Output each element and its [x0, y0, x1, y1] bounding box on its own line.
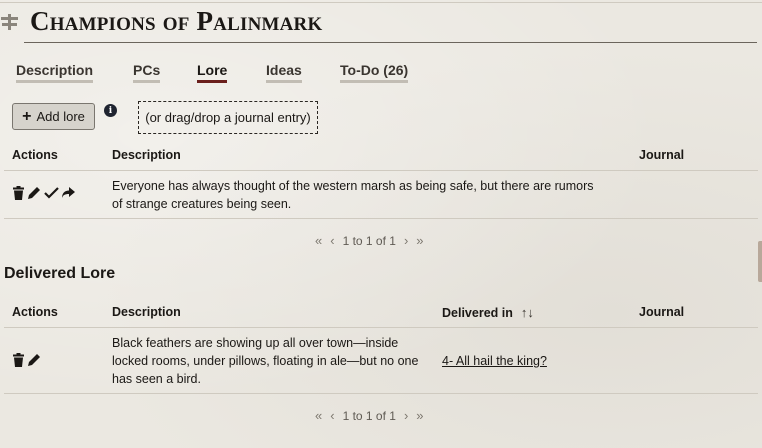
- first-page-button[interactable]: «: [315, 408, 322, 423]
- tab-lore[interactable]: Lore: [197, 62, 228, 83]
- row-actions: [12, 186, 76, 200]
- header-description: Description: [112, 305, 181, 319]
- tab-description[interactable]: Description: [16, 62, 94, 83]
- delivered-in-link[interactable]: 4- All hail the king?: [442, 352, 547, 370]
- header-actions: Actions: [12, 305, 58, 319]
- tab-ideas[interactable]: Ideas: [266, 62, 302, 83]
- pencil-icon[interactable]: [27, 353, 42, 367]
- last-page-button[interactable]: »: [416, 233, 423, 248]
- first-page-button[interactable]: «: [315, 233, 322, 248]
- pencil-icon[interactable]: [27, 186, 42, 200]
- trash-icon[interactable]: [12, 353, 25, 367]
- sort-icon[interactable]: ↑↓: [521, 305, 534, 320]
- row-actions: [12, 353, 42, 367]
- trash-icon[interactable]: [12, 186, 25, 200]
- header-delivered-in[interactable]: Delivered in ↑↓: [442, 305, 534, 320]
- delivered-in-label: Delivered in: [442, 306, 513, 320]
- table-divider: [4, 170, 758, 171]
- top-divider: [0, 2, 762, 3]
- drag-handle-icon[interactable]: [0, 13, 20, 31]
- next-page-button[interactable]: ›: [404, 233, 408, 248]
- title-divider: [24, 42, 757, 43]
- header-description: Description: [112, 148, 181, 162]
- scrollbar-thumb[interactable]: [758, 241, 762, 282]
- prev-page-button[interactable]: ‹: [330, 233, 334, 248]
- tab-todo[interactable]: To-Do (26): [340, 62, 409, 83]
- header-journal: Journal: [639, 148, 685, 162]
- page-title: Champions of Palinmark: [30, 6, 323, 36]
- page-count: 1 to 1 of 1: [342, 233, 396, 248]
- header-actions: Actions: [12, 148, 58, 162]
- table-divider: [4, 327, 758, 328]
- section-title: Delivered Lore: [4, 265, 116, 282]
- lore-pagination: « ‹ 1 to 1 of 1 › »: [315, 233, 424, 248]
- next-page-button[interactable]: ›: [404, 408, 408, 423]
- header-journal: Journal: [639, 305, 685, 319]
- table-divider: [4, 393, 758, 394]
- lore-description: Everyone has always thought of the weste…: [112, 179, 594, 211]
- add-lore-button[interactable]: + Add lore: [12, 103, 95, 130]
- tab-pcs[interactable]: PCs: [133, 62, 161, 83]
- check-icon[interactable]: [44, 186, 59, 200]
- last-page-button[interactable]: »: [416, 408, 423, 423]
- add-lore-label: Add lore: [36, 109, 85, 124]
- delivered-pagination: « ‹ 1 to 1 of 1 › »: [315, 408, 424, 423]
- share-icon[interactable]: [61, 186, 76, 200]
- plus-icon: +: [22, 107, 32, 125]
- table-divider: [4, 218, 758, 219]
- info-icon[interactable]: i: [104, 104, 117, 117]
- page-count: 1 to 1 of 1: [342, 408, 396, 423]
- journal-drop-zone[interactable]: (or drag/drop a journal entry): [138, 101, 318, 134]
- delivered-description: Black feathers are showing up all over t…: [112, 336, 419, 386]
- prev-page-button[interactable]: ‹: [330, 408, 334, 423]
